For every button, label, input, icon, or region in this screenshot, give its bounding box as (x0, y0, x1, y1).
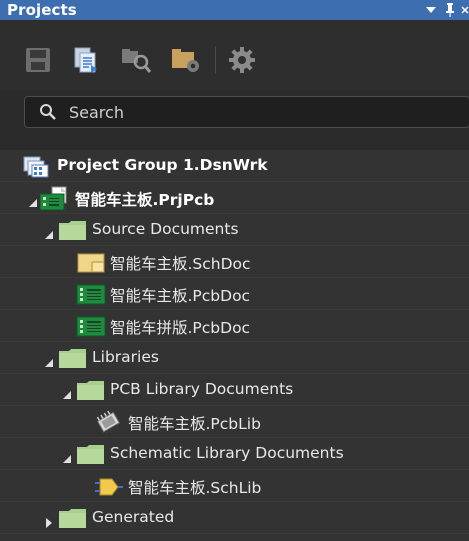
panel-menu-dropdown-icon[interactable] (423, 0, 439, 20)
panel-title-bar: Projects (0, 0, 469, 20)
tree-item-label: PCB Library Documents (110, 380, 294, 398)
close-icon[interactable] (461, 0, 469, 20)
tree-item-pcbdoc[interactable]: 智能车主板.PcbDoc (0, 278, 469, 310)
folder-icon (58, 506, 88, 530)
expand-arrow-icon[interactable] (62, 449, 72, 463)
tree-item-label: 智能车主板.PcbLib (128, 415, 261, 433)
copy-documents-icon[interactable] (70, 44, 102, 76)
project-group-icon (22, 154, 52, 178)
find-icon[interactable] (120, 44, 152, 76)
pcb-project-icon (39, 186, 70, 211)
tree-item-label: Source Documents (92, 220, 239, 238)
tree-item-label: Libraries (92, 348, 159, 366)
search-box[interactable]: Search (24, 96, 469, 128)
expand-arrow-icon[interactable] (44, 225, 54, 239)
expand-arrow-icon[interactable] (62, 385, 72, 399)
collapsed-arrow-icon[interactable] (44, 513, 54, 528)
folder-icon (58, 218, 88, 242)
search-placeholder: Search (69, 102, 124, 122)
tree-item-prjpcb[interactable]: 智能车主板.PrjPcb (0, 182, 469, 214)
pcb-doc-icon (76, 314, 106, 338)
expand-arrow-icon[interactable] (44, 353, 54, 367)
pcb-library-icon (94, 410, 124, 435)
tree-item-panel-pcbdoc[interactable]: 智能车拼版.PcbDoc (0, 310, 469, 342)
panel-title: Projects (7, 1, 77, 19)
folder-icon (76, 378, 106, 402)
tree-item-label: Project Group 1.DsnWrk (57, 156, 268, 174)
schematic-library-icon (94, 474, 124, 498)
tree-item-label: 智能车主板.SchDoc (110, 255, 251, 273)
save-icon[interactable] (22, 44, 54, 76)
pcb-doc-icon (76, 282, 106, 306)
search-icon (39, 102, 59, 122)
tree-item-project-group[interactable]: Project Group 1.DsnWrk (0, 150, 469, 182)
tree-item-source-documents[interactable]: Source Documents (0, 214, 469, 246)
tree-item-schematic-library-documents[interactable]: Schematic Library Documents (0, 438, 469, 470)
toolbar-separator (215, 46, 216, 74)
expand-arrow-icon[interactable] (28, 193, 38, 207)
tree-item-label: Schematic Library Documents (110, 444, 344, 462)
tree-item-label: Generated (92, 508, 175, 526)
folder-icon (58, 346, 88, 370)
gear-icon[interactable] (226, 44, 258, 76)
tree-item-schlib[interactable]: 智能车主板.SchLib (0, 470, 469, 502)
tree-item-libraries[interactable]: Libraries (0, 342, 469, 374)
tree-item-pcblib[interactable]: 智能车主板.PcbLib (0, 406, 469, 438)
schematic-doc-icon (76, 250, 106, 274)
tree-item-label: 智能车拼版.PcbDoc (110, 319, 251, 337)
tree-item-label: 智能车主板.PcbDoc (110, 287, 251, 305)
tree-item-label: 智能车主板.PrjPcb (75, 191, 215, 209)
folder-settings-icon[interactable] (170, 44, 202, 76)
folder-icon (76, 442, 106, 466)
projects-panel: Projects Search Project Group 1.DsnWrk 智… (0, 0, 469, 541)
tree-item-pcb-library-documents[interactable]: PCB Library Documents (0, 374, 469, 406)
tree-item-generated[interactable]: Generated (0, 502, 469, 534)
tree-item-label: 智能车主板.SchLib (128, 479, 262, 497)
project-tree: Project Group 1.DsnWrk 智能车主板.PrjPcb Sour… (0, 150, 469, 541)
pin-icon[interactable] (442, 0, 458, 20)
toolbar (0, 20, 469, 90)
tree-item-schdoc[interactable]: 智能车主板.SchDoc (0, 246, 469, 278)
